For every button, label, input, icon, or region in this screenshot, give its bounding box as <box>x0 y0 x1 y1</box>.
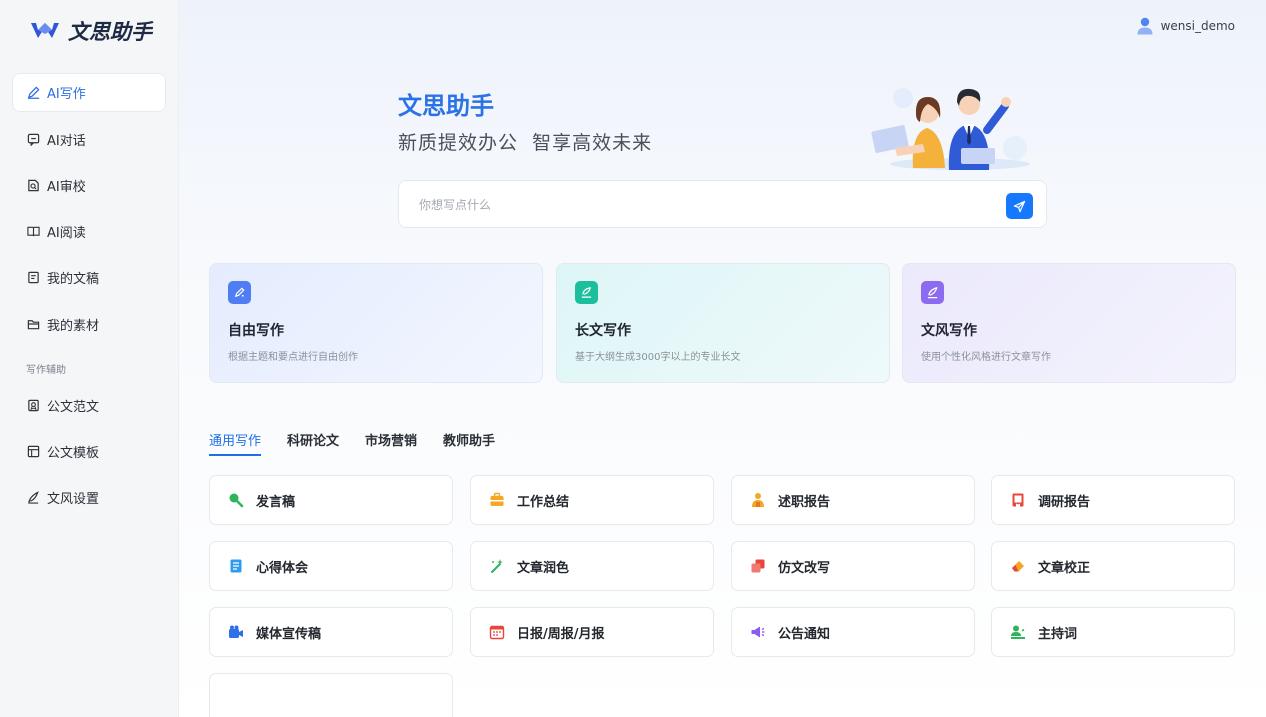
sidebar-item-ai-writing[interactable]: AI写作 <box>13 74 165 111</box>
feature-card-free-writing[interactable]: 自由写作 根据主题和要点进行自由创作 <box>209 263 543 383</box>
feather-icon <box>921 281 944 304</box>
sidebar-item-label: AI审校 <box>47 180 86 195</box>
sidebar-item-official-samples[interactable]: 公文范文 <box>13 387 165 424</box>
notes-icon <box>228 558 244 574</box>
user-avatar-icon <box>1137 17 1153 35</box>
logo-text: 文思助手 <box>68 19 152 44</box>
send-icon <box>1013 200 1026 212</box>
template-label: 媒体宣传稿 <box>256 626 322 642</box>
pen-icon <box>26 86 40 100</box>
template-label: 主持词 <box>1038 626 1078 642</box>
sidebar-item-style-settings[interactable]: 文风设置 <box>13 479 165 516</box>
template-label: 述职报告 <box>778 494 831 510</box>
template-card-research-report[interactable]: 调研报告 <box>991 475 1235 525</box>
template-label: 仿文改写 <box>778 560 831 576</box>
logo-icon <box>31 23 59 38</box>
hero-title: 文思助手 <box>398 92 494 120</box>
hero-subtitle: 新质提效办公 智享高效未来 <box>398 132 653 154</box>
sidebar-item-ai-chat[interactable]: AI对话 <box>13 121 165 158</box>
main-content: wensi_demo 文思助手 新质提效办公 智享高效未来 你想写点什么 自由写… <box>179 0 1266 717</box>
folder-icon <box>26 318 40 332</box>
tab-teacher-assistant[interactable]: 教师助手 <box>443 430 495 456</box>
category-tabs: 通用写作 科研论文 市场营销 教师助手 <box>209 430 495 456</box>
style-pen-icon <box>26 491 40 505</box>
eraser-icon <box>1010 558 1026 574</box>
search-input[interactable] <box>419 195 979 215</box>
template-label: 发言稿 <box>256 494 296 510</box>
book-icon <box>26 225 40 239</box>
sidebar-item-official-templates[interactable]: 公文模板 <box>13 433 165 470</box>
feature-title: 自由写作 <box>228 323 284 339</box>
template-card-partial[interactable] <box>209 673 453 717</box>
feature-card-style-writing[interactable]: 文风写作 使用个性化风格进行文章写作 <box>902 263 1236 383</box>
edit-icon <box>228 281 251 304</box>
template-card-media-publicity[interactable]: 媒体宣传稿 <box>209 607 453 657</box>
quill-icon <box>575 281 598 304</box>
tab-research-papers[interactable]: 科研论文 <box>287 430 339 456</box>
review-icon <box>26 179 40 193</box>
template-label: 工作总结 <box>517 494 570 510</box>
sidebar-item-label: 公文范文 <box>47 400 100 415</box>
send-button[interactable] <box>1006 193 1033 219</box>
video-camera-icon <box>228 624 244 640</box>
calendar-icon <box>489 624 505 640</box>
sidebar-item-label: AI阅读 <box>47 226 86 241</box>
sidebar-section-title: 写作辅助 <box>26 365 66 376</box>
template-card-work-summary[interactable]: 工作总结 <box>470 475 714 525</box>
template-card-imitate-rewrite[interactable]: 仿文改写 <box>731 541 975 591</box>
host-icon <box>1010 624 1026 640</box>
feature-title: 文风写作 <box>921 323 977 339</box>
sidebar-item-label: 文风设置 <box>47 492 100 507</box>
briefcase-icon <box>489 492 505 508</box>
username: wensi_demo <box>1160 19 1235 33</box>
sidebar-item-my-documents[interactable]: 我的文稿 <box>13 259 165 296</box>
template-label: 心得体会 <box>256 560 309 576</box>
tab-general-writing[interactable]: 通用写作 <box>209 430 262 456</box>
template-label: 文章校正 <box>1038 560 1091 576</box>
feature-desc: 基于大纲生成3000字以上的专业长文 <box>575 352 741 363</box>
tab-marketing[interactable]: 市场营销 <box>365 430 417 456</box>
template-icon <box>26 445 40 459</box>
template-card-polish[interactable]: 文章润色 <box>470 541 714 591</box>
search-box <box>398 180 1047 228</box>
report-book-icon <box>1010 492 1026 508</box>
hero-illustration <box>871 88 1030 170</box>
document-icon <box>26 271 40 285</box>
template-label: 文章润色 <box>517 560 570 576</box>
sidebar-item-label: 公文模板 <box>47 446 100 461</box>
template-label: 公告通知 <box>778 626 831 642</box>
sidebar-item-label: AI对话 <box>47 134 86 149</box>
feature-card-long-writing[interactable]: 长文写作 基于大纲生成3000字以上的专业长文 <box>556 263 890 383</box>
microphone-icon <box>228 492 244 508</box>
user-menu[interactable]: wensi_demo <box>1137 17 1235 35</box>
template-card-work-report[interactable]: 述职报告 <box>731 475 975 525</box>
magic-wand-icon <box>489 558 505 574</box>
feature-title: 长文写作 <box>575 323 631 339</box>
feature-desc: 根据主题和要点进行自由创作 <box>228 352 358 363</box>
copy-icon <box>750 558 766 574</box>
sidebar-item-label: 我的素材 <box>47 319 100 334</box>
sample-icon <box>26 399 40 413</box>
sidebar-item-label: AI写作 <box>47 87 86 102</box>
chat-icon <box>26 133 40 147</box>
template-card-speech[interactable]: 发言稿 <box>209 475 453 525</box>
app-logo[interactable]: 文思助手 <box>30 16 152 46</box>
sidebar-item-ai-reading[interactable]: AI阅读 <box>13 213 165 250</box>
megaphone-icon <box>750 624 766 640</box>
template-card-proofread[interactable]: 文章校正 <box>991 541 1235 591</box>
sidebar-item-my-materials[interactable]: 我的素材 <box>13 306 165 343</box>
template-card-daily-report[interactable]: 日报/周报/月报 <box>470 607 714 657</box>
template-card-announcement[interactable]: 公告通知 <box>731 607 975 657</box>
template-card-host-script[interactable]: 主持词 <box>991 607 1235 657</box>
sidebar-item-label: 我的文稿 <box>47 272 100 287</box>
template-label: 调研报告 <box>1038 494 1091 510</box>
template-label: 日报/周报/月报 <box>517 626 605 642</box>
sidebar-item-ai-review[interactable]: AI审校 <box>13 167 165 204</box>
sidebar: 文思助手 AI写作 AI对话 AI审校 AI阅读 我的文稿 我的素材 写作辅助 … <box>0 0 179 717</box>
feature-desc: 使用个性化风格进行文章写作 <box>921 352 1051 363</box>
template-card-reflections[interactable]: 心得体会 <box>209 541 453 591</box>
presenter-icon <box>750 492 766 508</box>
